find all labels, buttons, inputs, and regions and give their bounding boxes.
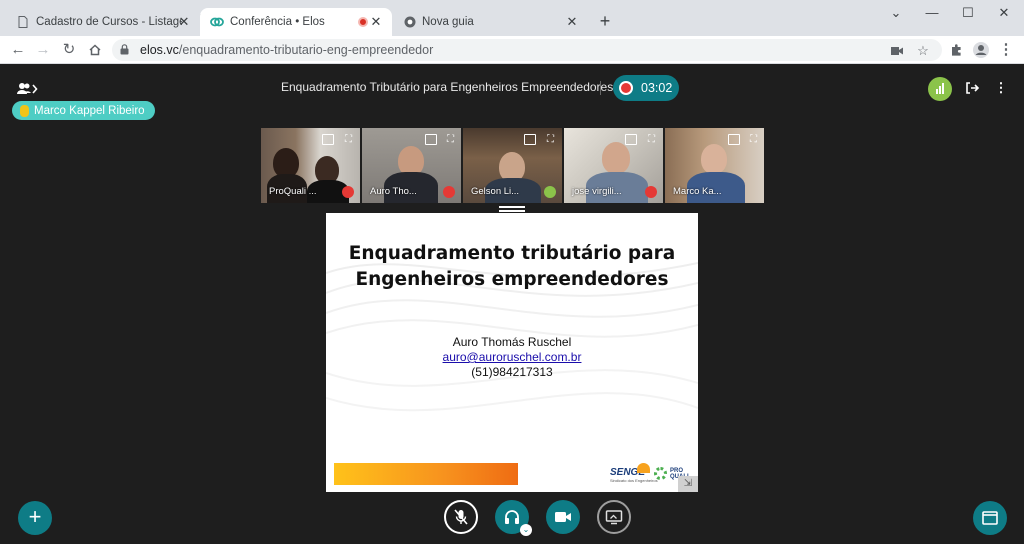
tab-cadastro-cursos[interactable]: Cadastro de Cursos - Listagem d ✕ bbox=[8, 8, 200, 36]
window-layout-icon bbox=[982, 511, 998, 525]
recording-indicator-icon bbox=[358, 17, 368, 27]
slide-title: Enquadramento tributário para Engenheiro… bbox=[326, 241, 698, 293]
participant-name: ProQuali ... bbox=[269, 186, 317, 197]
popout-icon[interactable] bbox=[524, 134, 536, 145]
camera-toggle-button[interactable] bbox=[546, 500, 580, 534]
audio-toggle-button[interactable]: ⌄ bbox=[495, 500, 532, 536]
fullscreen-icon[interactable]: ⛶ bbox=[343, 134, 354, 145]
participant-tile[interactable]: ⛶ Auro Tho... bbox=[362, 128, 461, 203]
home-icon[interactable] bbox=[85, 40, 105, 60]
popout-icon[interactable] bbox=[322, 134, 334, 145]
leave-conference-icon[interactable] bbox=[963, 79, 981, 97]
elos-logo-icon bbox=[210, 17, 224, 27]
headphones-icon bbox=[505, 510, 519, 524]
reload-icon[interactable]: ↻ bbox=[59, 40, 79, 60]
screen-share-icon bbox=[605, 510, 623, 525]
tab-close-icon[interactable]: ✕ bbox=[176, 14, 192, 30]
audio-options-chevron-icon[interactable]: ⌄ bbox=[520, 524, 532, 536]
tab-title: Conferência • Elos bbox=[230, 16, 325, 28]
participant-name: jose virgili... bbox=[572, 186, 622, 197]
camera-in-use-icon[interactable] bbox=[888, 43, 906, 59]
window-minimize-button[interactable]: — bbox=[920, 4, 944, 22]
participant-tile-selected[interactable]: ⛶ Marco Ka... bbox=[665, 128, 764, 203]
proquali-logo-icon bbox=[654, 467, 667, 480]
tab-nova-guia[interactable]: Nova guia ✕ bbox=[392, 8, 588, 36]
more-options-icon[interactable]: ⋮ bbox=[992, 79, 1010, 97]
conference-app: Marco Kappel Ribeiro Enquadramento Tribu… bbox=[0, 65, 1024, 544]
slide-title-line: Enquadramento tributário para bbox=[348, 243, 676, 264]
url-path: /enquadramento-tributario-eng-empreended… bbox=[178, 43, 434, 57]
muted-microphone-icon bbox=[645, 186, 657, 198]
senge-logo-subtitle: Sindicato dos Engenheiros bbox=[610, 478, 658, 483]
participant-name: Marco Ka... bbox=[673, 186, 722, 197]
slide-title-line: Engenheiros empreendedores bbox=[355, 269, 669, 290]
slide-author: Auro Thomás Ruschel bbox=[452, 335, 572, 349]
microphone-muted-icon bbox=[454, 509, 468, 525]
forward-arrow-icon[interactable]: → bbox=[33, 40, 53, 60]
bookmark-star-icon[interactable]: ☆ bbox=[914, 43, 932, 59]
back-arrow-icon[interactable]: ← bbox=[8, 40, 28, 60]
browser-menu-icon[interactable]: ⋮ bbox=[996, 40, 1016, 60]
participants-toggle-icon[interactable] bbox=[16, 81, 40, 97]
muted-microphone-icon bbox=[443, 186, 455, 198]
recording-time: 03:02 bbox=[641, 81, 673, 95]
senge-logo: SENGE Sindicato dos Engenheiros bbox=[610, 467, 658, 483]
tab-conferencia-elos[interactable]: Conferência • Elos ✕ bbox=[200, 8, 392, 36]
participant-video-figure bbox=[602, 142, 630, 174]
url-text: elos.vc/enquadramento-tributario-eng-emp… bbox=[140, 43, 433, 57]
tab-title: Cadastro de Cursos - Listagem d bbox=[36, 16, 182, 28]
title-divider bbox=[600, 81, 601, 95]
headset-icon bbox=[544, 186, 556, 198]
fullscreen-icon[interactable]: ⛶ bbox=[646, 134, 657, 145]
address-bar[interactable]: elos.vc/enquadramento-tributario-eng-emp… bbox=[112, 39, 942, 61]
slide-footer-bar bbox=[334, 463, 518, 485]
popout-icon[interactable] bbox=[425, 134, 437, 145]
active-speaker-badge: Marco Kappel Ribeiro bbox=[12, 101, 155, 120]
fullscreen-icon[interactable]: ⛶ bbox=[748, 134, 759, 145]
popout-icon[interactable] bbox=[728, 134, 740, 145]
fullscreen-icon[interactable]: ⛶ bbox=[545, 134, 556, 145]
slide-expand-icon[interactable]: ⇲ bbox=[678, 476, 698, 492]
video-camera-icon bbox=[555, 512, 571, 522]
microphone-active-icon bbox=[20, 104, 29, 117]
browser-toolbar: ← → ↻ elos.vc/enquadramento-tributario-e… bbox=[0, 36, 1024, 64]
chrome-icon bbox=[404, 16, 416, 28]
participant-tile[interactable]: ⛶ jose virgili... bbox=[564, 128, 663, 203]
add-button[interactable]: + bbox=[18, 501, 52, 535]
popout-icon[interactable] bbox=[625, 134, 637, 145]
window-maximize-button[interactable]: ☐ bbox=[956, 4, 980, 22]
shared-presentation-slide: Enquadramento tributário para Engenheiro… bbox=[326, 213, 698, 492]
participant-tile[interactable]: ⛶ ProQuali ... bbox=[261, 128, 360, 203]
fullscreen-icon[interactable]: ⛶ bbox=[445, 134, 456, 145]
participant-name: Auro Tho... bbox=[370, 186, 417, 197]
extensions-puzzle-icon[interactable] bbox=[946, 40, 966, 60]
connection-quality-icon[interactable] bbox=[928, 77, 952, 101]
microphone-toggle-button[interactable] bbox=[444, 500, 478, 534]
screen-share-button[interactable] bbox=[597, 500, 631, 534]
participant-video-figure bbox=[701, 144, 727, 174]
resize-handle[interactable] bbox=[499, 206, 525, 212]
lock-icon bbox=[120, 44, 129, 55]
browser-tabstrip: Cadastro de Cursos - Listagem d ✕ Confer… bbox=[0, 0, 1024, 36]
active-speaker-name: Marco Kappel Ribeiro bbox=[34, 104, 145, 117]
window-close-button[interactable]: ✕ bbox=[992, 4, 1016, 22]
tab-title: Nova guia bbox=[422, 16, 474, 28]
senge-sun-icon bbox=[637, 463, 650, 473]
page-icon bbox=[18, 16, 28, 28]
tab-close-icon[interactable]: ✕ bbox=[368, 14, 384, 30]
new-tab-button[interactable]: + bbox=[596, 12, 614, 30]
tab-close-icon[interactable]: ✕ bbox=[564, 14, 580, 30]
record-icon bbox=[619, 81, 633, 95]
participant-tile[interactable]: ⛶ Gelson Li... bbox=[463, 128, 562, 203]
participant-name: Gelson Li... bbox=[471, 186, 520, 197]
recording-timer-button[interactable]: 03:02 bbox=[613, 75, 679, 101]
url-host: elos.vc bbox=[140, 43, 179, 57]
presentation-view-button[interactable] bbox=[973, 501, 1007, 535]
slide-phone: (51)984217313 bbox=[471, 365, 553, 379]
conference-title: Enquadramento Tributário para Engenheiro… bbox=[281, 80, 614, 94]
muted-microphone-icon bbox=[342, 186, 354, 198]
slide-email-link[interactable]: auro@auroruschel.com.br bbox=[326, 350, 698, 364]
profile-avatar-icon[interactable] bbox=[971, 40, 991, 60]
window-collapse-icon[interactable]: ⌄ bbox=[884, 4, 908, 22]
